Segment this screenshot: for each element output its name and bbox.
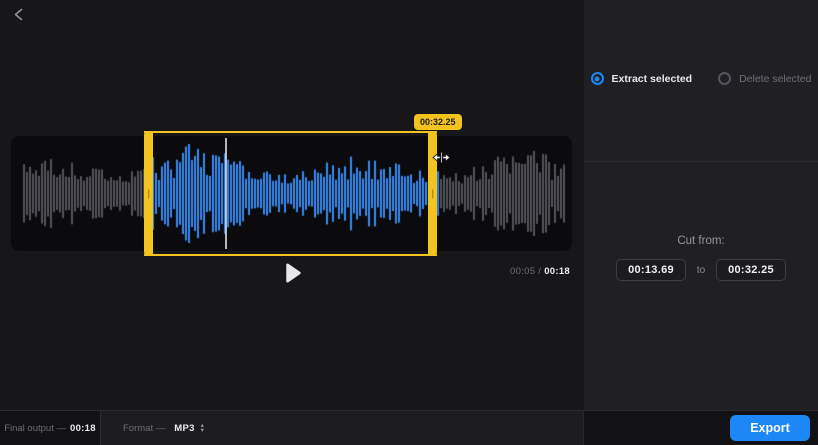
back-icon: [13, 8, 24, 24]
play-button[interactable]: [282, 262, 304, 286]
selection-border-bottom: [144, 254, 437, 256]
waveform-track[interactable]: 00:32.25: [11, 136, 572, 251]
radio-on-icon: [591, 72, 604, 85]
radio-off-icon: [718, 72, 731, 85]
radio-label: Delete selected: [739, 73, 811, 85]
total-duration: 00:18: [544, 266, 570, 277]
radio-extract-selected[interactable]: Extract selected: [591, 72, 693, 85]
cut-to-label: to: [694, 265, 708, 276]
cut-from-title: Cut from:: [584, 235, 818, 247]
final-output-value: 00:18: [70, 423, 96, 434]
cut-to-input[interactable]: [716, 259, 786, 281]
audio-cutter-app: 00:32.25 00:05 / 00:18: [0, 0, 818, 445]
mode-section: Extract selected Delete selected: [584, 0, 818, 162]
back-button[interactable]: [8, 6, 28, 26]
radio-label: Extract selected: [612, 73, 693, 85]
handle-notch: [432, 189, 434, 198]
footer-bar: Final output — 00:18 Format — MP3 ▴ ▾ Ex…: [0, 410, 818, 445]
editor-area: 00:32.25 00:05 / 00:18: [0, 0, 584, 410]
final-output-label: Final output —: [4, 423, 66, 434]
resize-cursor-icon: [432, 150, 451, 170]
handle-notch: [148, 189, 150, 198]
format-value: MP3: [174, 423, 194, 434]
format-label: Format —: [123, 423, 165, 434]
radio-delete-selected[interactable]: Delete selected: [718, 72, 811, 85]
play-icon: [284, 262, 302, 287]
format-select[interactable]: MP3 ▴ ▾: [174, 423, 204, 434]
stepper-down-icon: ▾: [201, 428, 204, 433]
time-readout: 00:05 / 00:18: [510, 266, 570, 277]
handle-time-tooltip: 00:32.25: [414, 114, 462, 130]
current-time: 00:05: [510, 266, 535, 277]
export-button[interactable]: Export: [730, 415, 810, 441]
format-cell: Format — MP3 ▴ ▾: [101, 411, 583, 445]
selection-region[interactable]: [144, 131, 437, 256]
cut-from-input[interactable]: [616, 259, 686, 281]
time-separator: /: [538, 266, 541, 277]
cut-range-row: to: [584, 259, 818, 281]
settings-panel: Extract selected Delete selected Cut fro…: [584, 0, 818, 410]
export-cell: Export: [583, 411, 818, 445]
stepper-arrows-icon: ▴ ▾: [201, 423, 204, 433]
cut-section: Cut from: to: [584, 235, 818, 433]
selection-handle-left[interactable]: [144, 131, 153, 256]
selection-border-top: [144, 131, 437, 133]
final-output-cell: Final output — 00:18: [0, 411, 101, 445]
mode-options: Extract selected Delete selected: [591, 72, 812, 85]
